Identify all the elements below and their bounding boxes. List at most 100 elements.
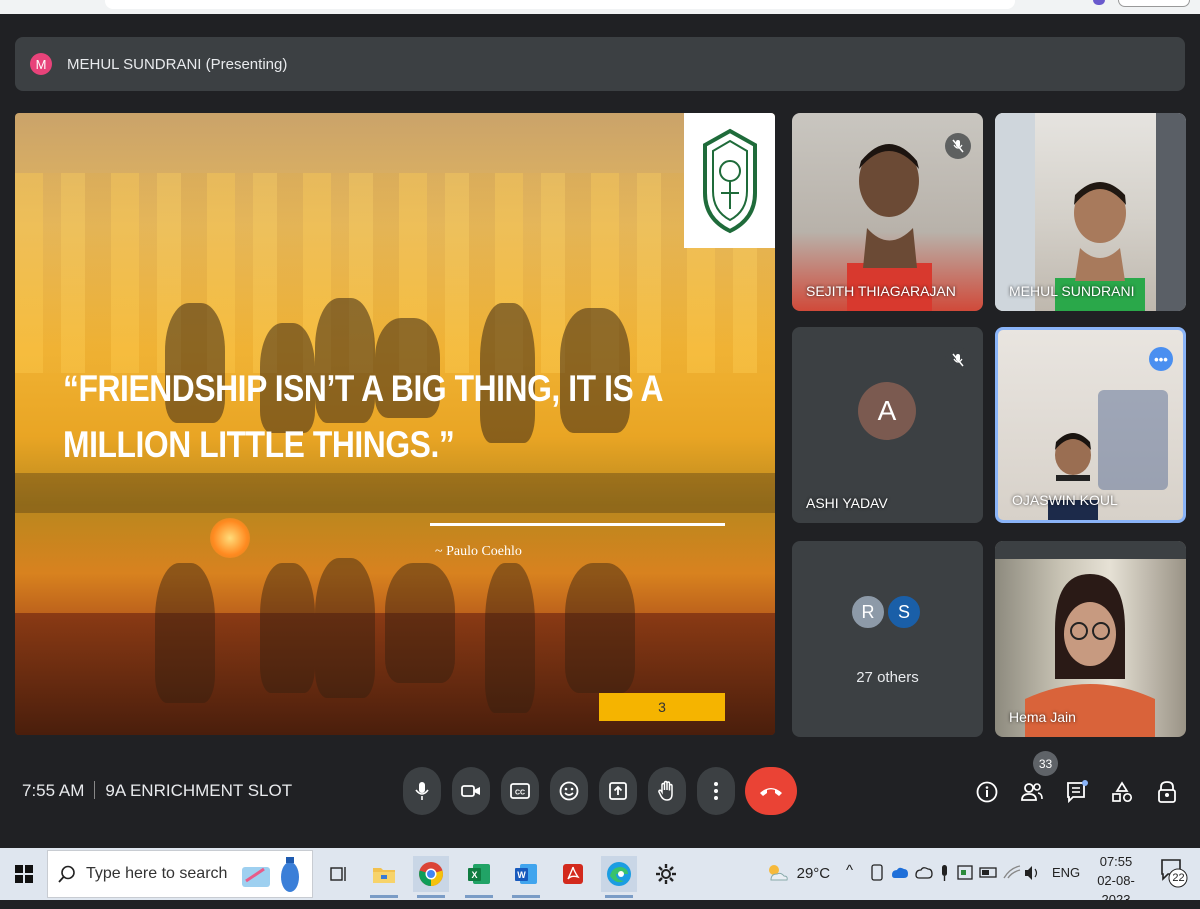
sun-image (210, 518, 250, 558)
acrobat-icon (563, 864, 583, 884)
leave-call-button[interactable] (745, 767, 797, 815)
active-indicator (370, 895, 398, 898)
word-icon: W (515, 864, 537, 884)
meeting-title: 9A ENRICHMENT SLOT (105, 781, 293, 800)
meeting-controls: 7:55 AM 9A ENRICHMENT SLOT CC 33 (0, 751, 1200, 830)
windows-icon (15, 865, 33, 883)
more-options-button[interactable] (697, 767, 735, 815)
video-background (995, 113, 1035, 311)
video-background (1098, 390, 1168, 490)
search-highlight-icon (242, 857, 299, 892)
participant-tile[interactable]: Hema Jain (995, 541, 1186, 737)
video-background (1156, 113, 1186, 311)
camera-button[interactable] (452, 767, 490, 815)
activities-icon (1112, 781, 1133, 803)
active-indicator (465, 895, 493, 898)
chrome-icon (419, 862, 443, 886)
file-explorer-button[interactable] (366, 856, 402, 898)
quote-author: ~ Paulo Coehlo (435, 544, 522, 559)
notifications-button[interactable]: 22 (1160, 858, 1188, 891)
participant-tile[interactable]: A ASHI YADAV (792, 327, 983, 523)
more-options-icon[interactable]: ••• (1149, 347, 1173, 371)
captions-button[interactable]: CC (501, 767, 539, 815)
show-hidden-icons[interactable]: ^ (846, 862, 853, 879)
quote-line-2: MILLION LITTLE THINGS.” (63, 424, 455, 465)
participant-tile-active[interactable]: ••• OJASWIN KOUL (995, 327, 1186, 523)
silhouette (565, 563, 635, 693)
clock-time: 07:55 (1099, 854, 1133, 869)
video-top-bar (995, 541, 1186, 559)
school-crest-icon (702, 128, 757, 234)
chat-icon (1067, 780, 1088, 804)
task-view-button[interactable] (320, 856, 356, 892)
present-screen-icon (609, 782, 627, 800)
weather-icon (769, 865, 788, 881)
search-placeholder: Type here to search (86, 865, 228, 882)
weather-temp: 29°C (796, 864, 831, 882)
participant-avatar-r: R (850, 594, 886, 630)
microphone-button[interactable] (403, 767, 441, 815)
others-count: 27 others (856, 669, 919, 686)
taskbar-search[interactable]: Type here to search (47, 850, 313, 898)
clock-date: 02-08-2023 (1097, 873, 1135, 907)
active-indicator (512, 895, 540, 898)
system-tray-icons (871, 864, 1038, 881)
silhouette (260, 563, 315, 693)
people-button[interactable] (1017, 777, 1047, 807)
participant-name: OJASWIN KOUL (1012, 492, 1118, 508)
participant-tile[interactable]: MEHUL SUNDRANI (995, 113, 1186, 311)
participant-name: SEJITH THIAGARAJAN (806, 283, 956, 299)
weather-widget[interactable]: 29°C (765, 862, 830, 884)
tray-icons (870, 862, 1040, 887)
edge-icon (607, 862, 631, 886)
hand-icon (658, 780, 673, 801)
raise-hand-button[interactable] (648, 767, 686, 815)
excel-button[interactable]: X (461, 856, 497, 898)
lock-person-icon (1158, 781, 1176, 803)
edge-button[interactable] (601, 856, 637, 898)
svg-text:X: X (471, 870, 477, 880)
address-bar[interactable] (105, 0, 1015, 9)
slide-horizon (15, 473, 775, 513)
others-tile[interactable]: R S 27 others (792, 541, 983, 737)
activities-button[interactable] (1107, 777, 1137, 807)
acrobat-button[interactable] (555, 856, 591, 892)
host-controls-button[interactable] (1152, 777, 1182, 807)
settings-button[interactable] (648, 856, 684, 892)
folder-icon (373, 868, 395, 883)
input-language[interactable]: ENG (1052, 865, 1080, 880)
participant-avatar: A (858, 382, 916, 440)
task-view-icon (330, 867, 346, 881)
excel-icon: X (468, 864, 490, 884)
meeting-details-button[interactable] (972, 777, 1002, 807)
clock[interactable]: 07:55 02-08-2023 (1088, 852, 1144, 909)
word-button[interactable]: W (508, 856, 544, 898)
quote-line-1: “FRIENDSHIP ISN’T A BIG THING, IT IS A (63, 368, 664, 409)
emoji-icon (559, 781, 579, 801)
search-icon (58, 865, 75, 883)
shared-slide: “FRIENDSHIP ISN’T A BIG THING, IT IS A M… (15, 113, 775, 735)
chrome-button[interactable] (413, 856, 449, 898)
present-button[interactable] (599, 767, 637, 815)
browser-button[interactable] (1118, 0, 1190, 7)
slide-quote: “FRIENDSHIP ISN’T A BIG THING, IT IS A M… (63, 361, 664, 473)
participant-name: ASHI YADAV (806, 495, 888, 511)
svg-text:W: W (517, 870, 526, 880)
presenter-label: MEHUL SUNDRANI (Presenting) (67, 55, 288, 73)
participant-name: Hema Jain (1009, 709, 1076, 725)
presenter-bar: M MEHUL SUNDRANI (Presenting) (15, 37, 1185, 91)
profile-icon[interactable] (1093, 0, 1105, 5)
captions-icon: CC (510, 783, 530, 799)
reactions-button[interactable] (550, 767, 588, 815)
microphone-icon (415, 782, 429, 800)
participant-count-badge: 33 (1033, 751, 1058, 776)
chat-button[interactable] (1062, 777, 1092, 807)
slide-page-number: 3 (599, 693, 725, 721)
participant-tile[interactable]: SEJITH THIAGARAJAN (792, 113, 983, 311)
start-button[interactable] (6, 856, 42, 892)
active-indicator (605, 895, 633, 898)
quote-divider (430, 523, 725, 526)
info-icon (976, 781, 998, 803)
participant-avatar-s: S (886, 594, 922, 630)
taskbar: Type here to search X W 29°C ^ ENG 07:55… (0, 848, 1200, 907)
